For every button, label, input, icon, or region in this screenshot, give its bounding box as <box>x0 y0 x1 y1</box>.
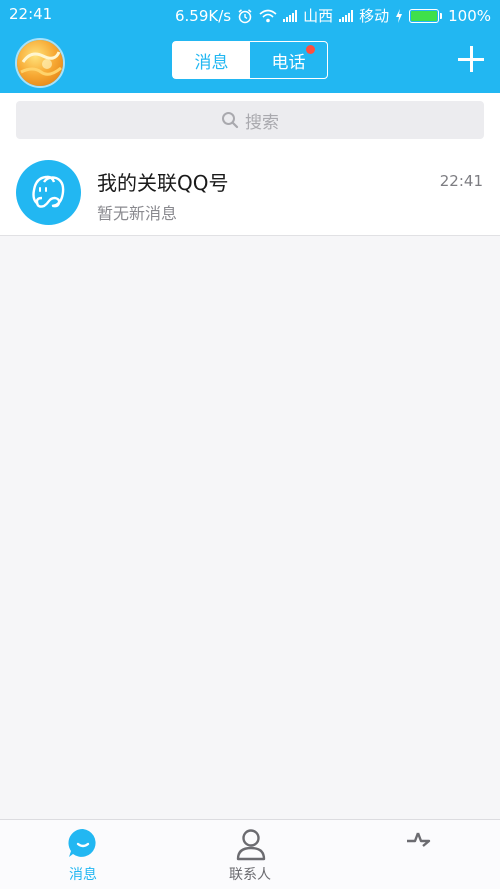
charging-icon <box>396 8 403 23</box>
net-speed: 6.59K/s <box>174 6 232 25</box>
avatar-image <box>17 40 63 86</box>
conversation-item[interactable]: 我的关联QQ号 暂无新消息 22:41 <box>0 149 500 236</box>
contacts-icon <box>236 829 266 861</box>
search-area: 搜索 <box>0 93 500 149</box>
conversation-name: 我的关联QQ号 <box>97 171 229 195</box>
nav-messages[interactable]: 消息 <box>28 820 138 889</box>
conversation-preview: 暂无新消息 <box>97 204 178 223</box>
linked-qq-icon <box>32 175 65 208</box>
title-bar: 消息 电话 <box>0 30 500 93</box>
add-icon[interactable] <box>458 46 484 72</box>
search-icon <box>222 112 239 129</box>
nav-contacts-label: 联系人 <box>229 867 271 883</box>
linked-qq-avatar <box>16 160 81 225</box>
status-right: 6.59K/s 山西 移动 100% <box>175 5 491 26</box>
battery-icon <box>409 8 443 23</box>
conversation-time: 22:41 <box>439 172 483 190</box>
status-time: 22:41 <box>9 5 53 23</box>
nav-messages-label: 消息 <box>69 867 97 883</box>
signal-icon <box>283 9 298 22</box>
carrier-1: 山西 <box>303 7 334 25</box>
segment-control: 消息 电话 <box>172 41 328 79</box>
tab-messages[interactable]: 消息 <box>173 42 250 78</box>
battery-level: 100% <box>448 6 491 25</box>
nav-dynamic[interactable] <box>362 820 472 889</box>
search-placeholder: 搜索 <box>245 112 279 133</box>
nav-contacts[interactable]: 联系人 <box>195 820 305 889</box>
tab-calls[interactable]: 电话 <box>250 42 327 78</box>
star-icon <box>407 832 431 847</box>
calls-badge-dot <box>306 45 315 54</box>
wifi-icon <box>259 9 277 22</box>
bottom-nav: 消息 联系人 <box>0 819 500 889</box>
alarm-icon <box>238 8 252 23</box>
chat-bubble-icon <box>68 828 96 857</box>
search-input[interactable]: 搜索 <box>16 101 484 139</box>
avatar[interactable] <box>15 38 65 88</box>
status-bar: 22:41 6.59K/s 山西 移动 100% <box>0 0 500 30</box>
signal-icon-2 <box>339 9 354 22</box>
carrier-2: 移动 <box>359 7 390 25</box>
